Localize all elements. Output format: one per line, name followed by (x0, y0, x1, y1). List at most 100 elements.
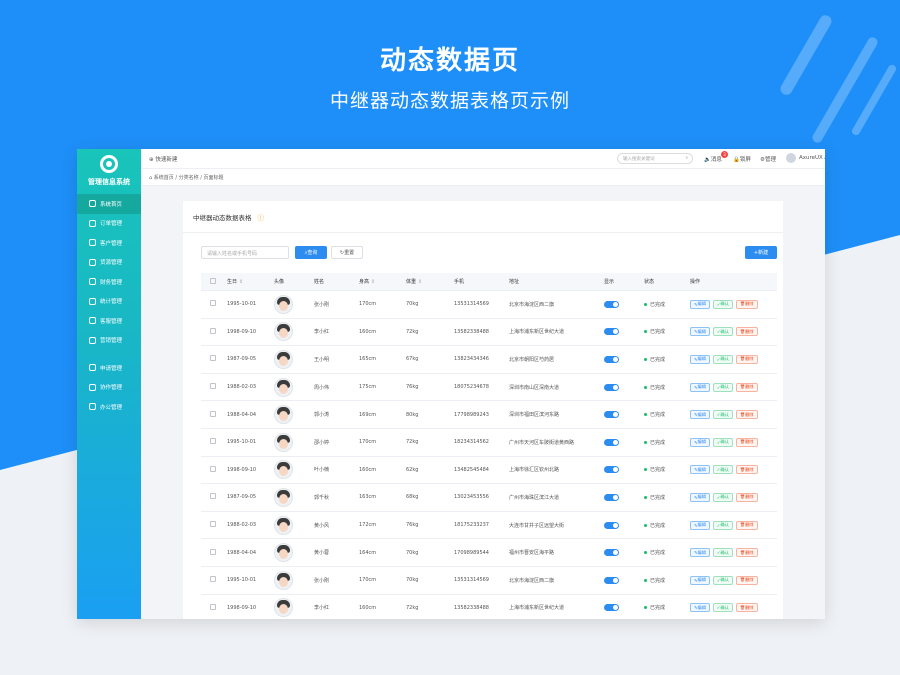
edit-button[interactable]: ✎ 编辑 (690, 354, 710, 364)
sidebar-item-customers[interactable]: 客户管理 (77, 233, 141, 253)
confirm-button[interactable]: ✓ 确认 (712, 382, 733, 392)
edit-button[interactable]: ✎ 编辑 (690, 548, 710, 558)
edit-button[interactable]: ✎ 编辑 (690, 520, 710, 530)
edit-button[interactable]: ✎ 编辑 (690, 410, 710, 420)
sidebar-item-service[interactable]: 客服管理 (77, 311, 141, 331)
col-header-weight[interactable]: 体重 ⇕ (406, 278, 454, 285)
delete-button[interactable]: 🗑 删除 (735, 603, 758, 613)
edit-button[interactable]: ✎ 编辑 (690, 575, 710, 585)
confirm-button[interactable]: ✓ 确认 (712, 548, 733, 558)
delete-button[interactable]: 🗑 删除 (735, 465, 758, 475)
show-toggle[interactable] (604, 521, 619, 529)
delete-button[interactable]: 🗑 删除 (735, 299, 758, 309)
new-button[interactable]: + 新建 (745, 246, 777, 259)
main-content: 中继器动态数据表格 ⓘ 请输入姓名或手机号码 ⌕ 查询 ↻ 重置 + 新建 生日 ⇕… (141, 186, 825, 619)
delete-button[interactable]: 🗑 删除 (735, 548, 758, 558)
avatar (274, 349, 293, 369)
cell-birth: 1988-04-04 (227, 411, 257, 418)
name-phone-filter-input[interactable]: 请输入姓名或手机号码 (201, 246, 289, 259)
delete-button[interactable]: 🗑 删除 (735, 492, 758, 502)
confirm-button[interactable]: ✓ 确认 (712, 437, 733, 447)
confirm-button[interactable]: ✓ 确认 (712, 492, 733, 502)
row-checkbox[interactable] (201, 493, 227, 501)
cell-status: 已完成 (644, 384, 690, 391)
confirm-button[interactable]: ✓ 确认 (712, 520, 733, 530)
col-header-height[interactable]: 身高 ⇕ (359, 278, 406, 285)
info-icon[interactable]: ⓘ (258, 214, 265, 222)
delete-button[interactable]: 🗑 删除 (735, 437, 758, 447)
search-input[interactable]: 输入搜索关键词 ⌕ (617, 153, 693, 164)
show-toggle[interactable] (604, 300, 619, 308)
sidebar-item-collaboration[interactable]: 协作管理 (77, 378, 141, 398)
select-all-checkbox[interactable] (201, 277, 227, 286)
sidebar-item-marketing[interactable]: 营销管理 (77, 331, 141, 351)
edit-button[interactable]: ✎ 编辑 (690, 437, 710, 447)
sidebar-item-office[interactable]: 办公管理 (77, 397, 141, 417)
sidebar-item-finance[interactable]: 财务管理 (77, 272, 141, 292)
edit-button[interactable]: ✎ 编辑 (690, 327, 710, 337)
edit-button[interactable]: ✎ 编辑 (690, 465, 710, 475)
row-checkbox[interactable] (201, 327, 227, 336)
confirm-button[interactable]: ✓ 确认 (712, 327, 733, 337)
confirm-button[interactable]: ✓ 确认 (712, 299, 733, 309)
quick-new-button[interactable]: ⊕ 快速新建 (149, 155, 177, 163)
row-checkbox[interactable] (201, 465, 227, 474)
row-checkbox[interactable] (201, 410, 227, 419)
cell-phone: 17798989243 (454, 411, 489, 418)
row-checkbox[interactable] (201, 548, 227, 557)
user-menu[interactable]: AxureUX⌄ (799, 155, 825, 161)
show-toggle[interactable] (604, 438, 619, 446)
row-checkbox[interactable] (201, 603, 227, 612)
show-toggle[interactable] (604, 576, 619, 584)
delete-button[interactable]: 🗑 删除 (735, 520, 758, 530)
messages-button[interactable]: 🔈消息 (704, 155, 722, 163)
cell-weight: 62kg (406, 466, 419, 473)
cell-weight: 67kg (406, 356, 419, 363)
cell-status: 已完成 (644, 522, 690, 529)
show-toggle[interactable] (604, 355, 619, 363)
sidebar-item-applications[interactable]: 申请管理 (77, 358, 141, 378)
confirm-button[interactable]: ✓ 确认 (712, 603, 733, 613)
reset-button[interactable]: ↻ 重置 (331, 246, 363, 259)
confirm-button[interactable]: ✓ 确认 (712, 410, 733, 420)
sidebar-item-orders[interactable]: 订单管理 (77, 214, 141, 234)
table-row: 1987-09-05 郭千秋 163cm 68kg 13023453556 广州… (201, 484, 777, 512)
cell-phone: 13023453556 (454, 494, 489, 501)
cell-address: 北京市朝阳区芍药居 (509, 356, 555, 363)
sidebar-item-stats[interactable]: 统计管理 (77, 292, 141, 312)
confirm-button[interactable]: ✓ 确认 (712, 465, 733, 475)
show-toggle[interactable] (604, 466, 619, 474)
edit-button[interactable]: ✎ 编辑 (690, 382, 710, 392)
cell-avatar (274, 598, 314, 618)
edit-button[interactable]: ✎ 编辑 (690, 603, 710, 613)
row-checkbox[interactable] (201, 300, 227, 308)
show-toggle[interactable] (604, 383, 619, 391)
show-toggle[interactable] (604, 411, 619, 419)
delete-button[interactable]: 🗑 删除 (735, 382, 758, 392)
show-toggle[interactable] (604, 549, 619, 557)
row-checkbox[interactable] (201, 383, 227, 391)
show-toggle[interactable] (604, 328, 619, 336)
row-checkbox[interactable] (201, 521, 227, 529)
delete-button[interactable]: 🗑 删除 (735, 410, 758, 420)
sidebar-item-home[interactable]: 系统首页 (77, 194, 141, 214)
cell-weight: 72kg (406, 328, 419, 335)
row-checkbox[interactable] (201, 576, 227, 584)
show-toggle[interactable] (604, 493, 619, 501)
delete-button[interactable]: 🗑 删除 (735, 575, 758, 585)
edit-button[interactable]: ✎ 编辑 (690, 492, 710, 502)
confirm-button[interactable]: ✓ 确认 (712, 354, 733, 364)
settings-button[interactable]: ⚙管理 (760, 155, 776, 163)
delete-button[interactable]: 🗑 删除 (735, 327, 758, 337)
row-checkbox[interactable] (201, 438, 227, 446)
query-button[interactable]: ⌕ 查询 (295, 246, 327, 259)
edit-button[interactable]: ✎ 编辑 (690, 299, 710, 309)
delete-button[interactable]: 🗑 删除 (735, 354, 758, 364)
row-checkbox[interactable] (201, 355, 227, 363)
lock-button[interactable]: 🔒锁屏 (733, 155, 751, 163)
avatar[interactable] (786, 153, 796, 163)
sidebar-item-goods[interactable]: 货源管理 (77, 253, 141, 273)
col-header-birth[interactable]: 生日 ⇕ (227, 278, 274, 285)
confirm-button[interactable]: ✓ 确认 (712, 575, 733, 585)
show-toggle[interactable] (604, 604, 619, 612)
